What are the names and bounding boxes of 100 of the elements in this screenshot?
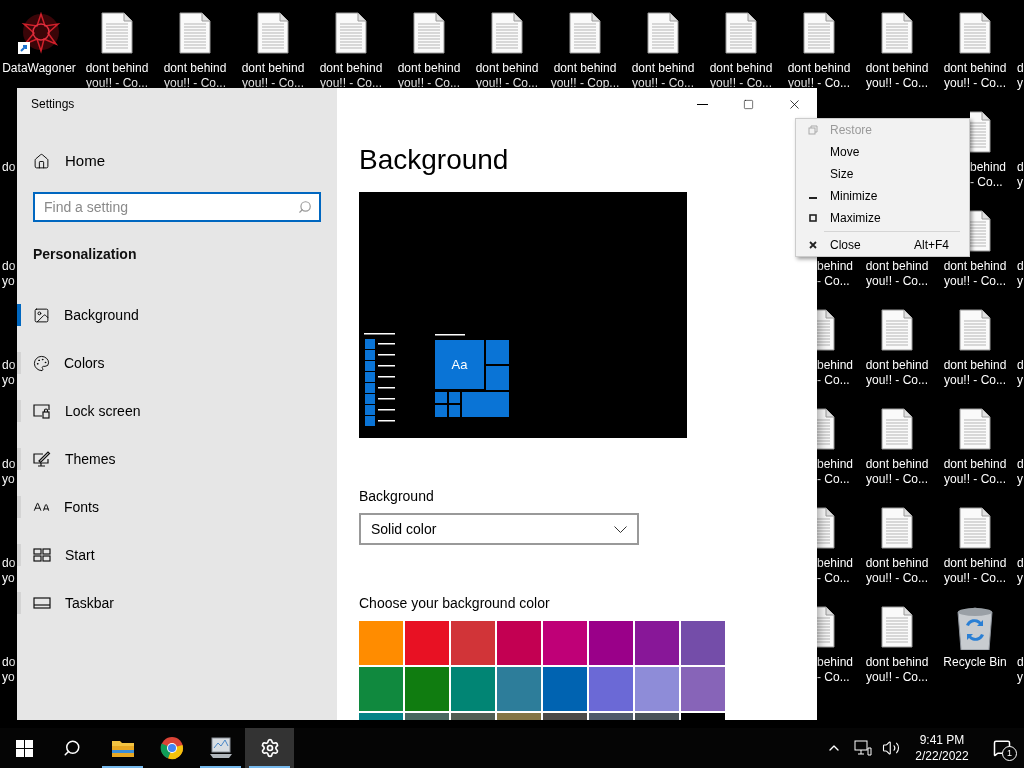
color-swatch[interactable]: [451, 667, 495, 711]
document-icon[interactable]: [647, 12, 679, 54]
nav-item[interactable]: Colors: [17, 339, 337, 387]
document-icon[interactable]: [881, 12, 913, 54]
icon-label: dont behind you!! - Co...: [708, 61, 774, 91]
notification-badge: 1: [1002, 746, 1017, 761]
color-swatch[interactable]: [405, 621, 449, 665]
menu-item[interactable]: Size: [796, 163, 969, 185]
document-icon[interactable]: [725, 12, 757, 54]
document-icon[interactable]: [959, 507, 991, 549]
document-icon[interactable]: [970, 111, 991, 153]
color-swatch[interactable]: [681, 667, 725, 711]
icon-label: Recycle Bin: [942, 655, 1008, 670]
nav-item[interactable]: Start: [17, 531, 337, 579]
document-icon[interactable]: [817, 507, 835, 549]
notification-button[interactable]: 1: [980, 728, 1024, 768]
nav-item[interactable]: Background: [17, 291, 337, 339]
document-icon[interactable]: [881, 408, 913, 450]
color-swatch[interactable]: [635, 621, 679, 665]
color-swatch[interactable]: [359, 667, 403, 711]
color-swatch[interactable]: [543, 621, 587, 665]
icon-label: behind - Co...: [817, 655, 855, 685]
document-icon[interactable]: [179, 12, 211, 54]
taskbar-icon: [33, 597, 51, 609]
document-icon[interactable]: [491, 12, 523, 54]
folder-icon: [110, 738, 135, 758]
icon-label: d y: [1017, 358, 1024, 388]
icon-label: dont behind you!! - Co...: [864, 61, 930, 91]
shortcut-icon[interactable]: [17, 12, 61, 56]
menu-item[interactable]: Maximize: [796, 207, 969, 229]
icon-label: dont behind you!! - Co...: [864, 556, 930, 586]
window-title: Settings: [31, 96, 75, 113]
search-icon: [298, 200, 312, 214]
nav-item[interactable]: Themes: [17, 435, 337, 483]
icon-label: dont behind you!! - Co...: [864, 259, 930, 289]
color-swatch[interactable]: [635, 667, 679, 711]
icon-label: dont behind you!! - Co...: [84, 61, 150, 91]
color-swatch[interactable]: [359, 621, 403, 665]
icon-label: d y: [1017, 160, 1024, 190]
document-icon[interactable]: [335, 12, 367, 54]
minimize-icon: [696, 103, 708, 105]
home-nav-item[interactable]: Home: [17, 141, 337, 181]
document-icon[interactable]: [803, 12, 835, 54]
document-icon[interactable]: [959, 408, 991, 450]
icon-label: d y: [1017, 457, 1024, 487]
icon-label: dont behind you!! - Co...: [942, 457, 1008, 487]
document-icon[interactable]: [257, 12, 289, 54]
color-swatch[interactable]: [497, 621, 541, 665]
document-icon[interactable]: [101, 12, 133, 54]
document-icon[interactable]: [881, 309, 913, 351]
icon-label: dont behind you!! - Co...: [318, 61, 384, 91]
document-icon[interactable]: [569, 12, 601, 54]
palette-icon: [33, 354, 50, 372]
color-swatch[interactable]: [405, 667, 449, 711]
icon-label: dont behind you!! - Co...: [864, 457, 930, 487]
maximize-icon: [809, 214, 817, 222]
color-swatch[interactable]: [497, 667, 541, 711]
nav-item[interactable]: Fonts: [17, 483, 337, 531]
search-field[interactable]: Find a setting: [33, 192, 321, 222]
color-swatch[interactable]: [451, 621, 495, 665]
icon-label: d y: [1017, 655, 1024, 685]
section-heading: Personalization: [32, 245, 138, 264]
start-tiles-icon: [33, 548, 51, 562]
icon-label: behind - Co...: [817, 556, 855, 586]
icon-label: dont behind you!! - Co...: [162, 61, 228, 91]
recycle-bin-icon[interactable]: [955, 606, 995, 650]
network-icon: [854, 740, 872, 756]
home-icon: [33, 152, 50, 170]
nav-item[interactable]: Lock screen: [17, 387, 337, 435]
document-icon[interactable]: [959, 309, 991, 351]
color-swatch[interactable]: [681, 621, 725, 665]
icon-label: behind - Co...: [817, 457, 855, 487]
color-swatch[interactable]: [543, 667, 587, 711]
icon-label: behind - Co...: [817, 358, 855, 388]
brush-monitor-icon: [33, 451, 51, 467]
document-icon[interactable]: [959, 12, 991, 54]
document-icon[interactable]: [817, 309, 835, 351]
taskbar-app[interactable]: [245, 728, 294, 768]
browser-icon: [159, 736, 184, 760]
nav-item[interactable]: Taskbar: [17, 579, 337, 627]
menu-item[interactable]: Move: [796, 141, 969, 163]
message-icon: [993, 739, 1011, 757]
clock[interactable]: 9:41 PM 2/22/2022: [904, 732, 980, 764]
color-swatch[interactable]: [589, 621, 633, 665]
document-icon[interactable]: [881, 507, 913, 549]
document-icon[interactable]: [970, 210, 991, 252]
icon-label: do yo: [2, 457, 17, 487]
document-icon[interactable]: [413, 12, 445, 54]
document-icon[interactable]: [881, 606, 913, 648]
icon-label: dont behind you!! - Co...: [474, 61, 540, 91]
menu-item[interactable]: Close Alt+F4: [796, 234, 969, 256]
background-dropdown[interactable]: Solid color: [359, 513, 639, 545]
close-icon: [809, 241, 817, 249]
chevron-down-icon: [614, 525, 627, 533]
maximize-icon: [742, 98, 754, 110]
menu-item[interactable]: Minimize: [796, 185, 969, 207]
icon-label: dont behind you!! - Co...: [240, 61, 306, 91]
color-swatch[interactable]: [589, 667, 633, 711]
document-icon[interactable]: [817, 408, 835, 450]
document-icon[interactable]: [817, 606, 835, 648]
